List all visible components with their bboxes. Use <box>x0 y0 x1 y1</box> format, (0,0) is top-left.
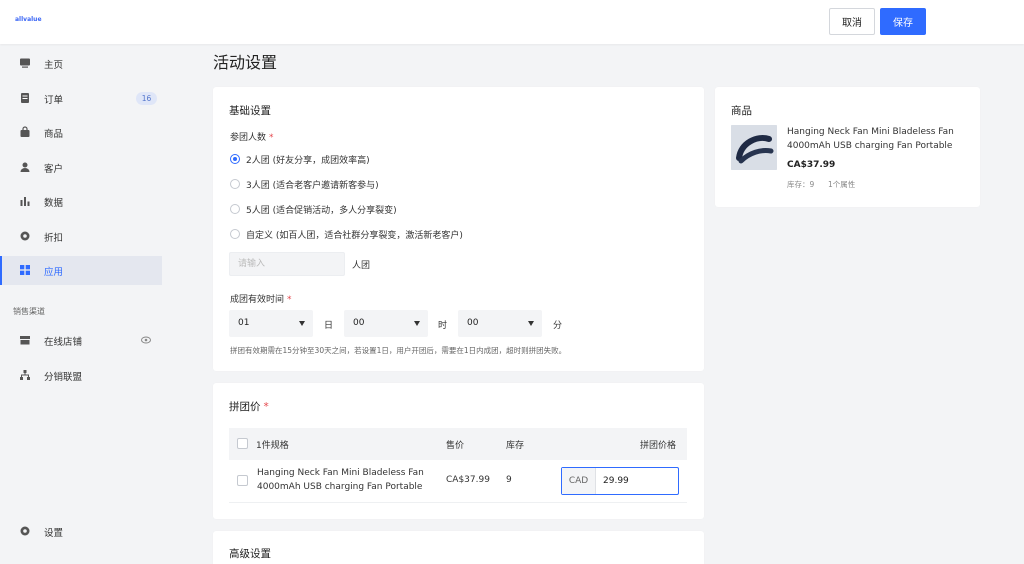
eye-icon[interactable] <box>141 336 151 347</box>
chevron-down-icon <box>414 321 420 326</box>
active-indicator <box>0 256 2 285</box>
row-checkbox[interactable] <box>237 475 248 486</box>
orders-count-badge: 16 <box>136 92 157 105</box>
sidebar-item-discounts[interactable]: 折扣 <box>0 222 162 251</box>
currency-prefix: CAD <box>562 468 596 494</box>
hour-select[interactable]: 00 <box>344 310 428 337</box>
sidebar-item-label: 主页 <box>44 59 64 71</box>
radio-label: 3人团 (适合老客户邀请新客参与) <box>246 180 379 191</box>
radio-label: 2人团 (好友分享，成团效率高) <box>246 155 370 166</box>
radio-button[interactable] <box>230 204 240 214</box>
sidebar: 主页 订单 16 商品 客户 数据 折扣 应用 销售渠道 在线店铺 分销联盟 设… <box>0 44 162 564</box>
row-price: CA$37.99 <box>446 475 490 485</box>
chevron-down-icon <box>299 321 305 326</box>
product-price: CA$37.99 <box>787 160 836 170</box>
page-title: 活动设置 <box>213 53 278 72</box>
table-header: 1件规格 售价 库存 拼团价格 <box>229 428 687 460</box>
apps-grid-icon <box>19 264 31 276</box>
day-select[interactable]: 01 <box>229 310 313 337</box>
select-all-checkbox[interactable] <box>237 438 248 449</box>
product-attributes: 1个属性 <box>828 180 856 189</box>
radio-button[interactable] <box>230 179 240 189</box>
order-icon <box>19 92 31 104</box>
required-mark: * <box>263 401 269 413</box>
minute-select[interactable]: 00 <box>458 310 542 337</box>
monitor-icon <box>19 57 31 69</box>
sidebar-item-settings[interactable]: 设置 <box>0 517 162 546</box>
sidebar-item-label: 应用 <box>44 266 64 278</box>
custom-group-size-input[interactable]: 请输入 <box>229 252 345 276</box>
column-header-spec: 1件规格 <box>256 441 289 451</box>
validity-label: 成团有效时间 * <box>230 295 292 305</box>
product-stock: 库存：9 <box>787 180 815 189</box>
sidebar-item-label: 数据 <box>44 197 64 209</box>
product-name-line1: Hanging Neck Fan Mini Bladeless Fan <box>787 127 954 137</box>
bar-chart-icon <box>19 195 31 207</box>
product-name-line2: 4000mAh USB charging Fan Portable <box>787 141 953 151</box>
custom-unit-label: 人团 <box>352 261 371 271</box>
group-size-option[interactable]: 5人团 (适合促销活动，多人分享裂变) <box>230 202 397 216</box>
user-icon <box>19 161 31 173</box>
row-divider <box>229 502 687 503</box>
sidebar-item-customers[interactable]: 客户 <box>0 153 162 182</box>
store-icon <box>19 334 31 346</box>
settings-gear-icon <box>19 525 31 537</box>
sidebar-item-affiliate[interactable]: 分销联盟 <box>0 361 162 390</box>
group-size-label: 参团人数 * <box>230 133 274 143</box>
required-mark: * <box>287 295 292 305</box>
group-size-option[interactable]: 自定义 (如百人团，适合社群分享裂变，激活新老客户) <box>230 227 463 241</box>
sidebar-item-orders[interactable]: 订单 16 <box>0 84 162 113</box>
required-mark: * <box>269 133 274 143</box>
save-button[interactable]: 保存 <box>880 8 926 35</box>
bag-icon <box>19 126 31 138</box>
row-stock: 9 <box>506 475 512 485</box>
sidebar-item-apps[interactable]: 应用 <box>0 256 162 285</box>
sidebar-item-label: 客户 <box>44 163 64 175</box>
validity-hint: 拼团有效期需在15分钟至30天之间，若设置1日，用户开团后，需要在1日内成团，超… <box>230 346 567 355</box>
top-bar: allvalue 取消 保存 <box>0 0 1024 44</box>
minute-unit: 分 <box>553 321 563 331</box>
advanced-settings-title: 高级设置 <box>229 548 271 560</box>
brand-logo[interactable]: allvalue <box>15 16 42 23</box>
sidebar-item-label: 设置 <box>44 527 64 539</box>
product-name-line1: Hanging Neck Fan Mini Bladeless Fan <box>257 468 424 478</box>
radio-button[interactable] <box>230 154 240 164</box>
product-card-title: 商品 <box>731 105 752 117</box>
group-size-option[interactable]: 2人团 (好友分享，成团效率高) <box>230 152 370 166</box>
radio-label: 5人团 (适合促销活动，多人分享裂变) <box>246 205 397 216</box>
sales-channels-heading: 销售渠道 <box>13 307 45 316</box>
cancel-button[interactable]: 取消 <box>829 8 875 35</box>
chevron-down-icon <box>528 321 534 326</box>
sidebar-item-products[interactable]: 商品 <box>0 118 162 147</box>
hour-unit: 时 <box>438 321 448 331</box>
gear-discount-icon <box>19 230 31 242</box>
column-header-stock: 库存 <box>506 441 525 451</box>
sidebar-item-home[interactable]: 主页 <box>0 49 162 78</box>
advanced-settings-card <box>213 531 704 564</box>
sidebar-item-label: 折扣 <box>44 232 64 244</box>
column-header-price: 售价 <box>446 441 465 451</box>
group-price-value[interactable]: 29.99 <box>603 468 629 494</box>
sidebar-item-label: 在线店铺 <box>44 336 83 348</box>
radio-button[interactable] <box>230 229 240 239</box>
group-price-input[interactable]: CAD 29.99 <box>561 467 679 495</box>
sidebar-item-label: 订单 <box>44 94 64 106</box>
radio-label: 自定义 (如百人团，适合社群分享裂变，激活新老客户) <box>246 230 463 241</box>
sidebar-item-label: 商品 <box>44 128 64 140</box>
product-name-line2: 4000mAh USB charging Fan Portable <box>257 482 423 492</box>
group-price-title: 拼团价 * <box>229 401 269 413</box>
network-icon <box>19 369 31 381</box>
day-unit: 日 <box>324 321 334 331</box>
product-thumbnail[interactable] <box>731 125 777 170</box>
sidebar-item-label: 分销联盟 <box>44 371 83 383</box>
sidebar-item-online-store[interactable]: 在线店铺 <box>0 326 162 355</box>
basic-settings-title: 基础设置 <box>229 105 271 117</box>
sidebar-item-data[interactable]: 数据 <box>0 187 162 216</box>
column-header-group-price: 拼团价格 <box>640 441 677 451</box>
group-size-option[interactable]: 3人团 (适合老客户邀请新客参与) <box>230 177 379 191</box>
